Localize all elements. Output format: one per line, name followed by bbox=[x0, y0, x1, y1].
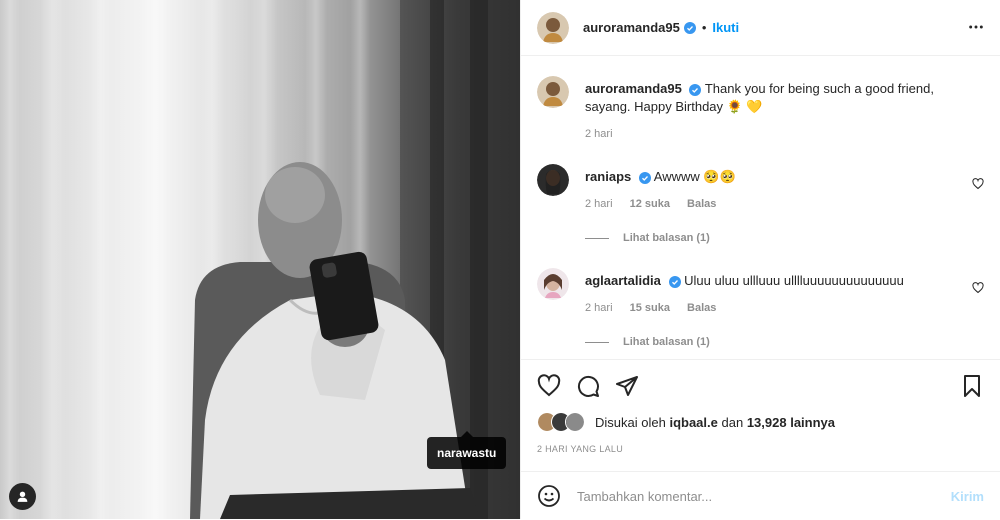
comment-likes[interactable]: 12 suka bbox=[630, 198, 670, 210]
comment-bubble-icon[interactable] bbox=[576, 374, 600, 398]
comment-text: Awwww 🥺🥺 bbox=[653, 169, 736, 184]
post-viewer: narawastu auroramanda95 • Ikuti aurorama… bbox=[0, 0, 1000, 519]
comment-text: Uluu uluu ullluuu ulllluuuuuuuuuuuuuu bbox=[684, 273, 904, 288]
author-avatar[interactable] bbox=[537, 76, 569, 108]
view-replies-label: Lihat balasan (1) bbox=[623, 336, 710, 348]
author-avatar[interactable] bbox=[537, 11, 569, 44]
post-photo[interactable]: narawastu bbox=[0, 0, 520, 519]
replies-line bbox=[585, 341, 609, 343]
comment-username[interactable]: aglaartalidia bbox=[585, 273, 661, 288]
like-comment-heart-icon[interactable] bbox=[972, 178, 984, 190]
post-details-panel: auroramanda95 • Ikuti auroramanda95 Than… bbox=[520, 0, 1000, 519]
reply-button[interactable]: Balas bbox=[687, 198, 716, 210]
verified-badge-icon bbox=[689, 83, 702, 96]
author-username[interactable]: auroramanda95 bbox=[583, 20, 680, 35]
replies-line bbox=[585, 237, 609, 239]
like-comment-heart-icon[interactable] bbox=[972, 282, 984, 294]
comment-meta: 2 hari 12 suka Balas bbox=[585, 198, 730, 210]
likes-joiner: dan bbox=[721, 414, 744, 430]
commenter-avatar[interactable] bbox=[537, 268, 569, 300]
commenter-avatar[interactable] bbox=[537, 164, 569, 196]
view-replies-button[interactable]: Lihat balasan (1) bbox=[585, 336, 710, 348]
post-header: auroramanda95 • Ikuti bbox=[521, 0, 1000, 56]
likes-others[interactable]: 13,928 lainnya bbox=[747, 415, 835, 430]
verified-badge-icon bbox=[668, 275, 681, 288]
comment-input[interactable] bbox=[575, 487, 951, 505]
tagged-users-button[interactable] bbox=[9, 483, 36, 510]
separator-dot: • bbox=[701, 20, 707, 35]
verified-badge-icon bbox=[638, 171, 651, 184]
save-bookmark-icon[interactable] bbox=[960, 374, 984, 398]
view-replies-label: Lihat balasan (1) bbox=[623, 232, 710, 244]
likes-user[interactable]: iqbaal.e bbox=[669, 415, 717, 430]
like-heart-icon[interactable] bbox=[537, 374, 561, 398]
caption-username[interactable]: auroramanda95 bbox=[585, 81, 682, 96]
comment-meta: 2 hari 15 suka Balas bbox=[585, 302, 730, 314]
likes-prefix: Disukai oleh bbox=[595, 414, 666, 430]
comments-list[interactable]: auroramanda95 Thank you for being such a… bbox=[521, 56, 1000, 359]
comment-body: raniaps Awwww 🥺🥺 bbox=[585, 168, 960, 186]
comment-item: aglaartalidia Uluu uluu ullluuu ulllluuu… bbox=[537, 268, 984, 359]
tagged-user-label[interactable]: narawastu bbox=[427, 431, 507, 469]
caption-meta: 2 hari bbox=[585, 128, 627, 140]
emoji-icon[interactable] bbox=[537, 484, 561, 508]
comment-time[interactable]: 2 hari bbox=[585, 302, 613, 314]
user-icon bbox=[17, 491, 28, 502]
more-options-icon[interactable] bbox=[968, 19, 984, 35]
likes-summary: Disukai oleh iqbaal.e dan 13,928 lainnya bbox=[537, 411, 984, 433]
view-replies-button[interactable]: Lihat balasan (1) bbox=[585, 232, 710, 244]
follow-button[interactable]: Ikuti bbox=[712, 20, 739, 35]
caption-time[interactable]: 2 hari bbox=[585, 128, 613, 140]
comment-time[interactable]: 2 hari bbox=[585, 198, 613, 210]
post-date[interactable]: 2 HARI YANG LALU bbox=[537, 444, 623, 454]
liker-avatar bbox=[565, 412, 585, 432]
action-bar bbox=[521, 359, 1000, 412]
comment-username[interactable]: raniaps bbox=[585, 169, 631, 184]
share-paper-plane-icon[interactable] bbox=[615, 374, 639, 398]
caption-body: auroramanda95 Thank you for being such a… bbox=[585, 80, 960, 116]
verified-badge-icon bbox=[683, 21, 696, 34]
caption: auroramanda95 Thank you for being such a… bbox=[537, 76, 984, 156]
comment-likes[interactable]: 15 suka bbox=[630, 302, 670, 314]
comment-composer: Kirim bbox=[521, 471, 1000, 520]
comment-body: aglaartalidia Uluu uluu ullluuu ulllluuu… bbox=[585, 272, 960, 290]
reply-button[interactable]: Balas bbox=[687, 302, 716, 314]
comment-item: raniaps Awwww 🥺🥺 2 hari 12 suka Balas Li… bbox=[537, 164, 984, 264]
send-comment-button[interactable]: Kirim bbox=[951, 489, 984, 504]
